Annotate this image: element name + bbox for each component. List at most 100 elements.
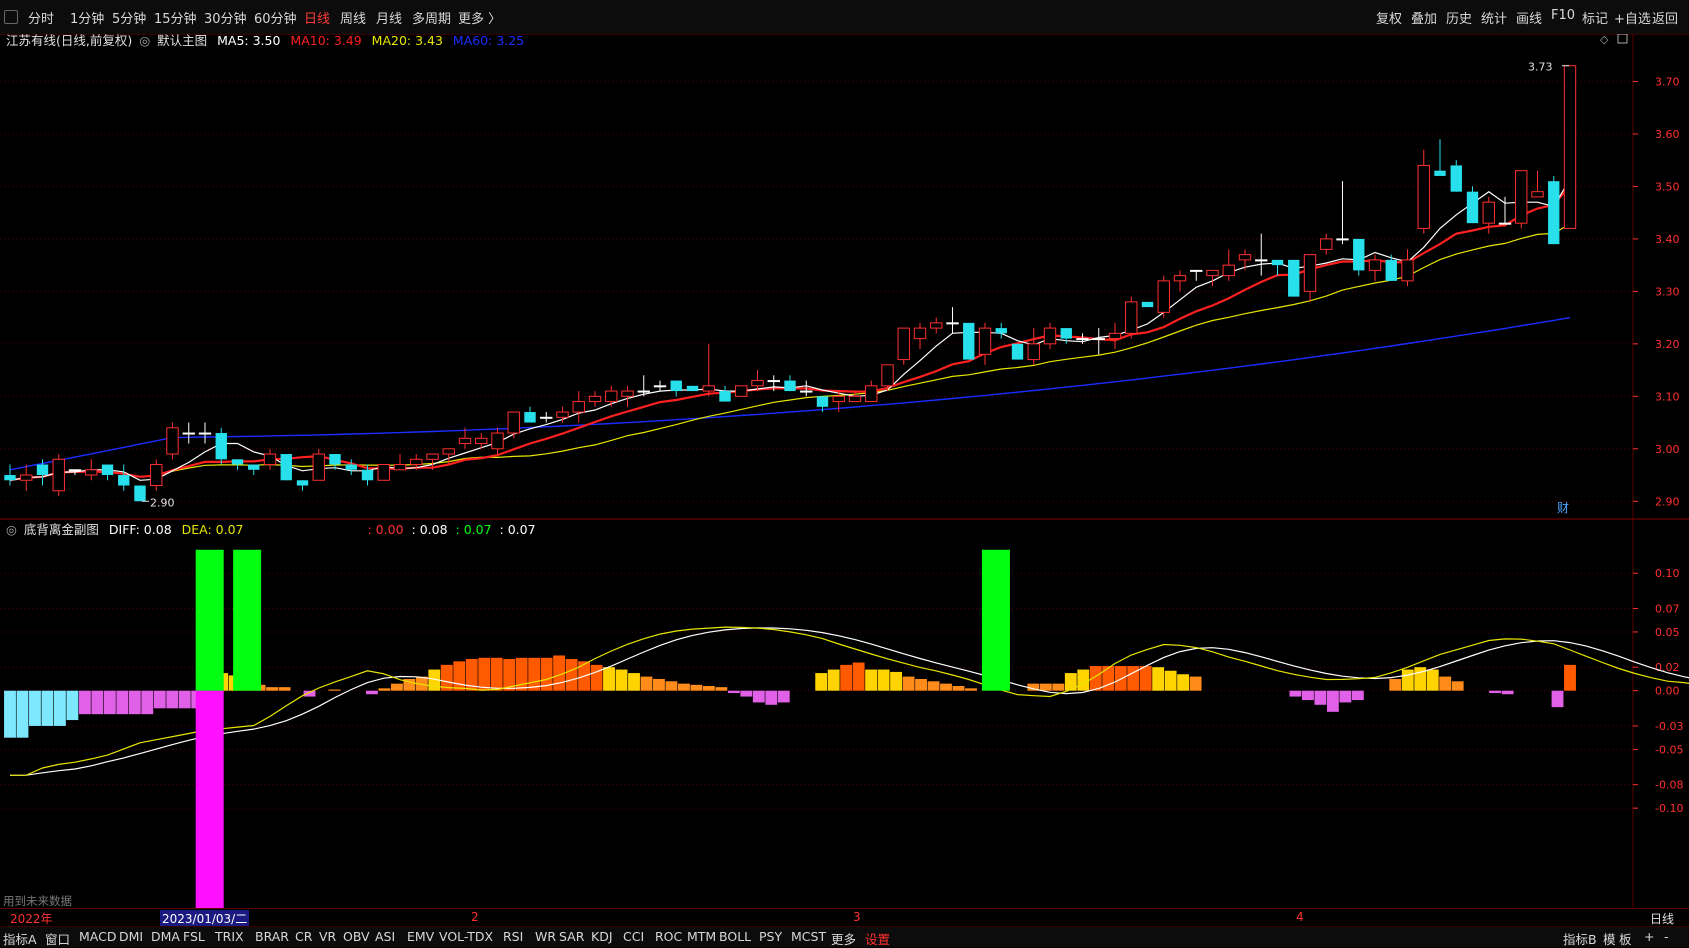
indicator-tab[interactable]: VOL-TDX bbox=[439, 929, 493, 944]
bottom-right-tab[interactable]: 板 bbox=[1619, 929, 1632, 948]
indicator-tab[interactable]: DMI bbox=[119, 929, 143, 944]
indicator-tab[interactable]: 指标A bbox=[3, 929, 37, 948]
candle-body bbox=[540, 416, 553, 419]
indicator-tab[interactable]: MTM bbox=[687, 929, 716, 944]
diamond-icon: ◇ bbox=[1600, 34, 1609, 46]
indicator-tab[interactable]: DMA bbox=[151, 929, 180, 944]
indicator-tab[interactable]: OBV bbox=[343, 929, 370, 944]
indicator-tab[interactable]: BOLL bbox=[719, 929, 751, 944]
macd-bar bbox=[153, 690, 166, 709]
period-tab[interactable]: 30分钟 bbox=[204, 8, 247, 27]
indicator-tab[interactable]: EMV bbox=[407, 929, 434, 944]
indicator-tab[interactable]: RSI bbox=[503, 929, 523, 944]
back-icon[interactable] bbox=[4, 10, 18, 24]
macd-bar bbox=[1564, 664, 1576, 691]
macd-bar bbox=[41, 690, 54, 726]
collapse-icon[interactable]: ◎ bbox=[6, 522, 17, 537]
candle-body bbox=[312, 453, 325, 481]
y-tick-label: 2.90 bbox=[1655, 495, 1680, 508]
macd-bar bbox=[715, 687, 728, 691]
macd-bar bbox=[166, 690, 179, 709]
stock-title: 江苏有线(日线,前复权) bbox=[6, 33, 133, 48]
toolbar-right-button[interactable]: 复权 bbox=[1376, 8, 1402, 27]
y-tick-label: 3.20 bbox=[1655, 338, 1680, 351]
candle-body bbox=[637, 390, 650, 393]
sub-info-line: ◎ 底背离金副图 DIFF: 0.08 DEA: 0.07 : 0.00 : 0… bbox=[6, 519, 536, 538]
chart-canvas[interactable]: 2.90 3.00 3.10 3.20 3.30 3.40 3.50 3.60 3.70 0.10… bbox=[0, 34, 1689, 908]
indicator-tab[interactable]: VR bbox=[319, 929, 336, 944]
macd-bar bbox=[378, 688, 391, 691]
cursor-date: 2023/01/03/二 bbox=[160, 910, 250, 927]
indicator-tab[interactable]: MACD bbox=[79, 929, 116, 944]
bottom-right-tab[interactable]: 指标B bbox=[1563, 929, 1597, 948]
macd-bar bbox=[852, 662, 865, 691]
month-label: 3 bbox=[853, 910, 861, 924]
period-tab[interactable]: 15分钟 bbox=[154, 8, 197, 27]
indicator-tab[interactable]: PSY bbox=[759, 929, 782, 944]
candle-body bbox=[198, 432, 212, 435]
sub-value-1: : 0.00 bbox=[367, 522, 404, 537]
bottom-right-tab[interactable]: - bbox=[1664, 929, 1669, 944]
toolbar-right-button[interactable]: 统计 bbox=[1481, 8, 1507, 27]
period-tab[interactable]: 分时 bbox=[28, 8, 54, 27]
indicator-tab[interactable]: CCI bbox=[623, 929, 644, 944]
collapse-icon[interactable]: ◎ bbox=[139, 33, 150, 48]
indicator-tab[interactable]: CR bbox=[295, 929, 312, 944]
candle-body bbox=[215, 433, 227, 460]
indicator-tab[interactable]: 窗口 bbox=[45, 929, 70, 948]
month-label: 2 bbox=[471, 910, 479, 924]
period-tab[interactable]: 1分钟 bbox=[70, 8, 104, 27]
candle-body bbox=[865, 385, 878, 403]
candle-body bbox=[1417, 164, 1430, 229]
indicator-tab[interactable]: 设置 bbox=[865, 929, 890, 948]
bottom-right-tab[interactable]: 模 bbox=[1603, 929, 1616, 948]
macd-bar bbox=[777, 690, 790, 703]
sub-indicator-name[interactable]: 底背离金副图 bbox=[24, 522, 99, 537]
candle-body bbox=[1011, 343, 1024, 360]
period-tab[interactable]: 更多 〉 bbox=[458, 8, 501, 27]
period-tab[interactable]: 周线 bbox=[340, 8, 366, 27]
indicator-tab[interactable]: KDJ bbox=[591, 929, 613, 944]
toolbar-right-button[interactable]: 叠加 bbox=[1411, 8, 1437, 27]
toolbar-right-button[interactable]: +自选 bbox=[1614, 8, 1651, 27]
indicator-tab[interactable]: TRIX bbox=[215, 929, 244, 944]
candle-body bbox=[881, 364, 894, 387]
indicator-tab[interactable]: ROC bbox=[655, 929, 682, 944]
toolbar-right-button[interactable]: 历史 bbox=[1446, 8, 1472, 27]
indicator-tab[interactable]: FSL bbox=[183, 929, 205, 944]
y-tick-label: 3.00 bbox=[1655, 443, 1680, 456]
toolbar-right-button[interactable]: F10 bbox=[1551, 8, 1575, 23]
candle-body bbox=[897, 327, 910, 361]
macd-bar bbox=[478, 657, 491, 691]
candle-body bbox=[572, 401, 585, 413]
candle-body bbox=[231, 459, 244, 465]
indicator-tab[interactable]: 更多 bbox=[831, 929, 856, 948]
indicator-tab[interactable]: BRAR bbox=[255, 929, 289, 944]
period-tab[interactable]: 日线 bbox=[304, 8, 330, 27]
toolbar-right-button[interactable]: 标记 bbox=[1582, 8, 1608, 27]
signal-bar bbox=[195, 549, 224, 691]
candle-body bbox=[1222, 264, 1235, 277]
bottom-right-tab[interactable]: + bbox=[1644, 929, 1654, 944]
candle-body bbox=[735, 385, 748, 397]
candle-body bbox=[329, 454, 341, 465]
macd-bar bbox=[490, 657, 503, 691]
candle-body bbox=[1336, 238, 1349, 241]
indicator-tab[interactable]: SAR bbox=[559, 929, 584, 944]
macd-bar bbox=[702, 686, 715, 691]
main-indicator-name[interactable]: 默认主图 bbox=[157, 33, 207, 48]
macd-bar bbox=[1139, 666, 1152, 691]
macd-bar bbox=[1339, 690, 1352, 703]
indicator-tab[interactable]: MCST bbox=[791, 929, 826, 944]
period-tab[interactable]: 60分钟 bbox=[254, 8, 297, 27]
toolbar-right-button[interactable]: 返回 bbox=[1652, 8, 1678, 27]
candle-body bbox=[1450, 165, 1462, 192]
toolbar-right-button[interactable]: 画线 bbox=[1516, 8, 1542, 27]
macd-bar bbox=[665, 681, 678, 691]
period-tab[interactable]: 多周期 bbox=[412, 8, 451, 27]
period-tab[interactable]: 5分钟 bbox=[112, 8, 146, 27]
indicator-tab[interactable]: ASI bbox=[375, 929, 395, 944]
period-tab[interactable]: 月线 bbox=[376, 8, 402, 27]
diff-label: DIFF: 0.08 bbox=[108, 522, 172, 537]
indicator-tab[interactable]: WR bbox=[535, 929, 556, 944]
